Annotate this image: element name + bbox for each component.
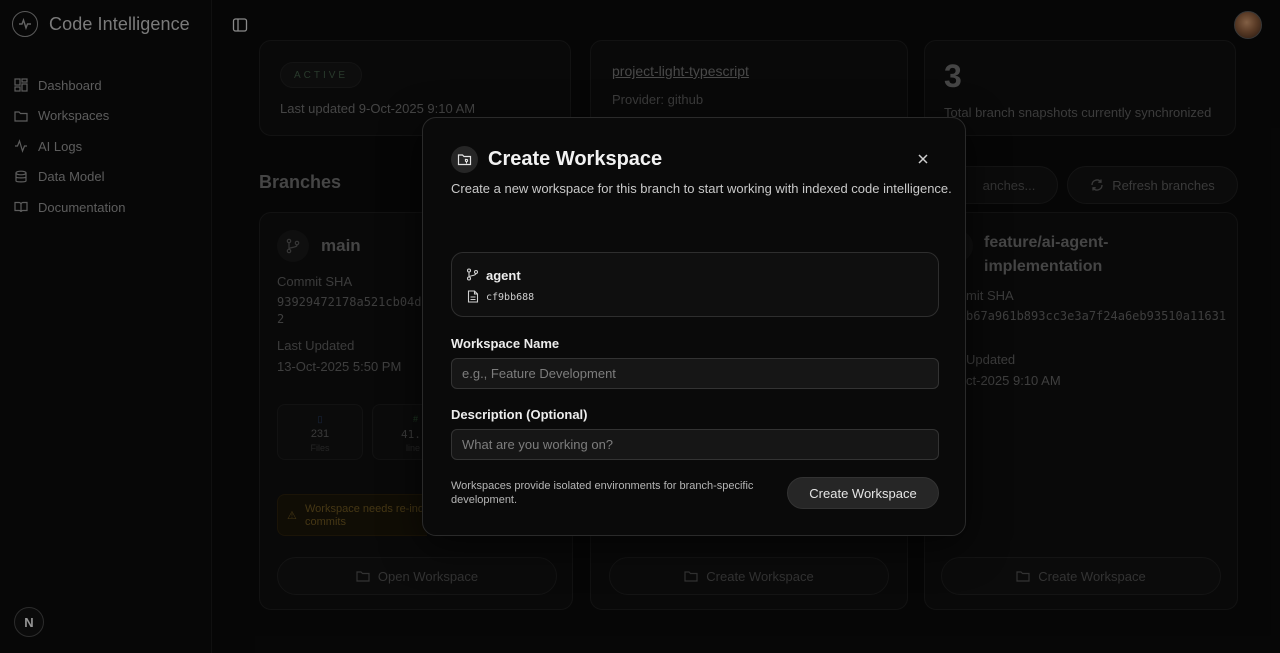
workspace-name-input[interactable] — [451, 358, 939, 389]
selected-branch-name: agent — [486, 268, 521, 283]
workspace-name-label: Workspace Name — [451, 336, 560, 351]
dialog-title: Create Workspace — [488, 148, 663, 170]
git-branch-icon — [466, 268, 479, 281]
file-icon — [467, 290, 479, 303]
folder-git-icon — [451, 146, 478, 173]
sidebar-toggle-icon[interactable] — [232, 17, 248, 33]
selected-branch-info: agent cf9bb688 — [451, 252, 939, 317]
create-workspace-dialog: Create Workspace Create a new workspace … — [422, 117, 966, 536]
selected-branch-sha: cf9bb688 — [486, 292, 535, 303]
description-label: Description (Optional) — [451, 407, 588, 422]
close-icon[interactable] — [916, 152, 930, 166]
dialog-description: Create a new workspace for this branch t… — [451, 181, 952, 196]
create-workspace-button[interactable]: Create Workspace — [787, 477, 939, 509]
description-input[interactable] — [451, 429, 939, 460]
app-root: Code Intelligence Dashboard Workspaces A… — [0, 0, 1280, 653]
workspace-footnote: Workspaces provide isolated environments… — [451, 480, 754, 506]
